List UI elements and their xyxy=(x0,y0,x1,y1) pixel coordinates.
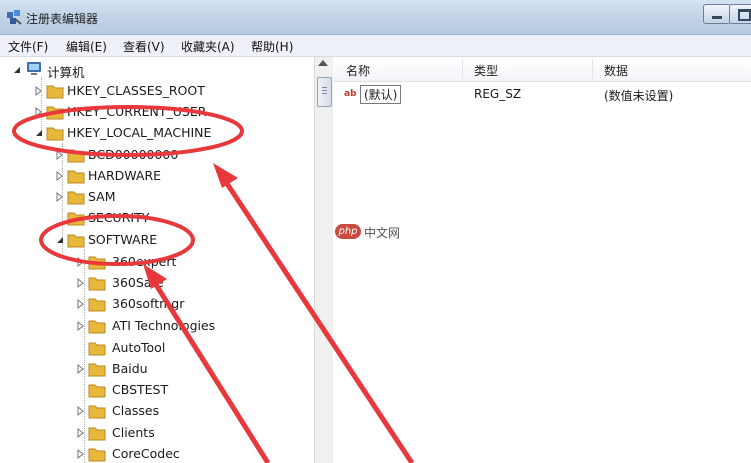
column-separator[interactable] xyxy=(462,59,463,79)
tree-label: Clients xyxy=(112,425,155,440)
tree-label: Baidu xyxy=(112,361,148,376)
collapsed-arrow-icon[interactable] xyxy=(76,449,85,459)
folder-icon xyxy=(88,448,106,462)
minimize-icon xyxy=(712,16,722,19)
tree-label: HKEY_LOCAL_MACHINE xyxy=(67,125,212,140)
expanded-arrow-icon[interactable] xyxy=(12,65,21,75)
folder-icon xyxy=(46,85,64,99)
folder-icon xyxy=(67,191,85,205)
menu-view[interactable]: 查看(V) xyxy=(123,38,165,55)
folder-icon xyxy=(46,106,64,120)
tree-label: 计算机 xyxy=(47,65,85,80)
maximize-button[interactable] xyxy=(729,4,751,24)
tree-label: 360expert xyxy=(112,254,177,269)
folder-icon xyxy=(67,170,85,184)
window-title: 注册表编辑器 xyxy=(26,12,99,26)
watermark: php 中文网 xyxy=(335,224,425,240)
folder-icon xyxy=(67,149,85,163)
tree-label: HKEY_CLASSES_ROOT xyxy=(67,83,205,98)
column-separator[interactable] xyxy=(592,59,593,79)
folder-icon xyxy=(88,363,106,377)
tree-label: HKEY_CURRENT_USER xyxy=(67,104,207,119)
tree-label: ATI Technologies xyxy=(112,318,216,333)
value-type: REG_SZ xyxy=(474,87,522,101)
folder-icon xyxy=(88,320,106,334)
collapsed-arrow-icon[interactable] xyxy=(76,257,85,267)
collapsed-arrow-icon[interactable] xyxy=(55,192,64,202)
watermark-text: 中文网 xyxy=(364,226,401,240)
grip-line xyxy=(322,90,327,91)
tree-label: 360softmgr xyxy=(112,296,185,311)
tree-label: SECURITY xyxy=(88,210,150,225)
folder-icon xyxy=(88,384,106,398)
folder-icon xyxy=(67,212,85,226)
menu-help[interactable]: 帮助(H) xyxy=(251,38,293,55)
folder-icon xyxy=(88,256,106,270)
folder-open-icon xyxy=(46,127,64,141)
collapsed-arrow-icon[interactable] xyxy=(55,171,64,181)
minimize-button[interactable] xyxy=(703,4,731,24)
collapsed-arrow-icon[interactable] xyxy=(76,278,85,288)
tree-label: AutoTool xyxy=(112,340,166,355)
folder-icon xyxy=(88,427,106,441)
computer-icon xyxy=(27,62,41,75)
menu-file[interactable]: 文件(F) xyxy=(8,38,48,55)
tree-scrollbar[interactable] xyxy=(314,57,333,463)
folder-icon xyxy=(88,277,106,291)
values-list[interactable]: 名称 类型 数据 ab (默认) REG_SZ (数值未设置) xyxy=(334,57,751,463)
menu-edit[interactable]: 编辑(E) xyxy=(66,38,107,55)
maximize-icon xyxy=(738,9,751,21)
menu-favorites[interactable]: 收藏夹(A) xyxy=(181,38,235,55)
column-data[interactable]: 数据 xyxy=(604,62,628,79)
collapsed-arrow-icon[interactable] xyxy=(76,299,85,309)
tree-label: HARDWARE xyxy=(88,168,162,183)
expanded-arrow-icon[interactable] xyxy=(34,128,43,138)
menu-bar: 文件(F) 编辑(E) 查看(V) 收藏夹(A) 帮助(H) xyxy=(0,35,751,57)
value-data: (数值未设置) xyxy=(604,89,674,103)
collapsed-arrow-icon[interactable] xyxy=(34,107,43,117)
collapsed-arrow-icon[interactable] xyxy=(76,406,85,416)
value-name-cell[interactable]: (默认) xyxy=(360,85,402,104)
collapsed-arrow-icon[interactable] xyxy=(55,150,64,160)
collapsed-arrow-icon[interactable] xyxy=(76,321,85,331)
collapsed-arrow-icon[interactable] xyxy=(76,364,85,374)
tree-label: Classes xyxy=(112,403,160,418)
string-value-icon: ab xyxy=(344,89,357,99)
scroll-up-icon[interactable] xyxy=(318,60,328,66)
scrollbar-thumb[interactable] xyxy=(317,77,332,107)
folder-open-icon xyxy=(67,234,85,248)
grip-line xyxy=(322,93,327,94)
tree-label: 360Safe xyxy=(112,275,164,290)
folder-icon xyxy=(88,298,106,312)
grip-line xyxy=(322,87,327,88)
value-name: (默认) xyxy=(364,88,398,102)
value-row[interactable]: ab (默认) REG_SZ (数值未设置) xyxy=(334,85,751,105)
folder-icon xyxy=(88,342,106,356)
tree-label: BCD00000000 xyxy=(88,147,179,162)
tree-label: SOFTWARE xyxy=(88,232,158,247)
title-bar: 注册表编辑器 xyxy=(0,0,751,35)
expanded-arrow-icon[interactable] xyxy=(55,235,64,245)
column-type[interactable]: 类型 xyxy=(474,62,498,79)
column-header-row: 名称 类型 数据 xyxy=(334,57,751,82)
watermark-logo: php xyxy=(335,224,361,239)
folder-icon xyxy=(88,405,106,419)
tree-label: CBSTEST xyxy=(112,382,169,397)
collapsed-arrow-icon[interactable] xyxy=(76,428,85,438)
regedit-icon xyxy=(7,10,22,25)
registry-tree[interactable]: 计算机 HKEY_CLASSES_ROOT HKEY_CURRENT_USER … xyxy=(0,57,315,463)
collapsed-arrow-icon[interactable] xyxy=(34,86,43,96)
tree-label: CoreCodec xyxy=(112,446,180,461)
column-name[interactable]: 名称 xyxy=(346,62,370,79)
tree-label: SAM xyxy=(88,189,116,204)
